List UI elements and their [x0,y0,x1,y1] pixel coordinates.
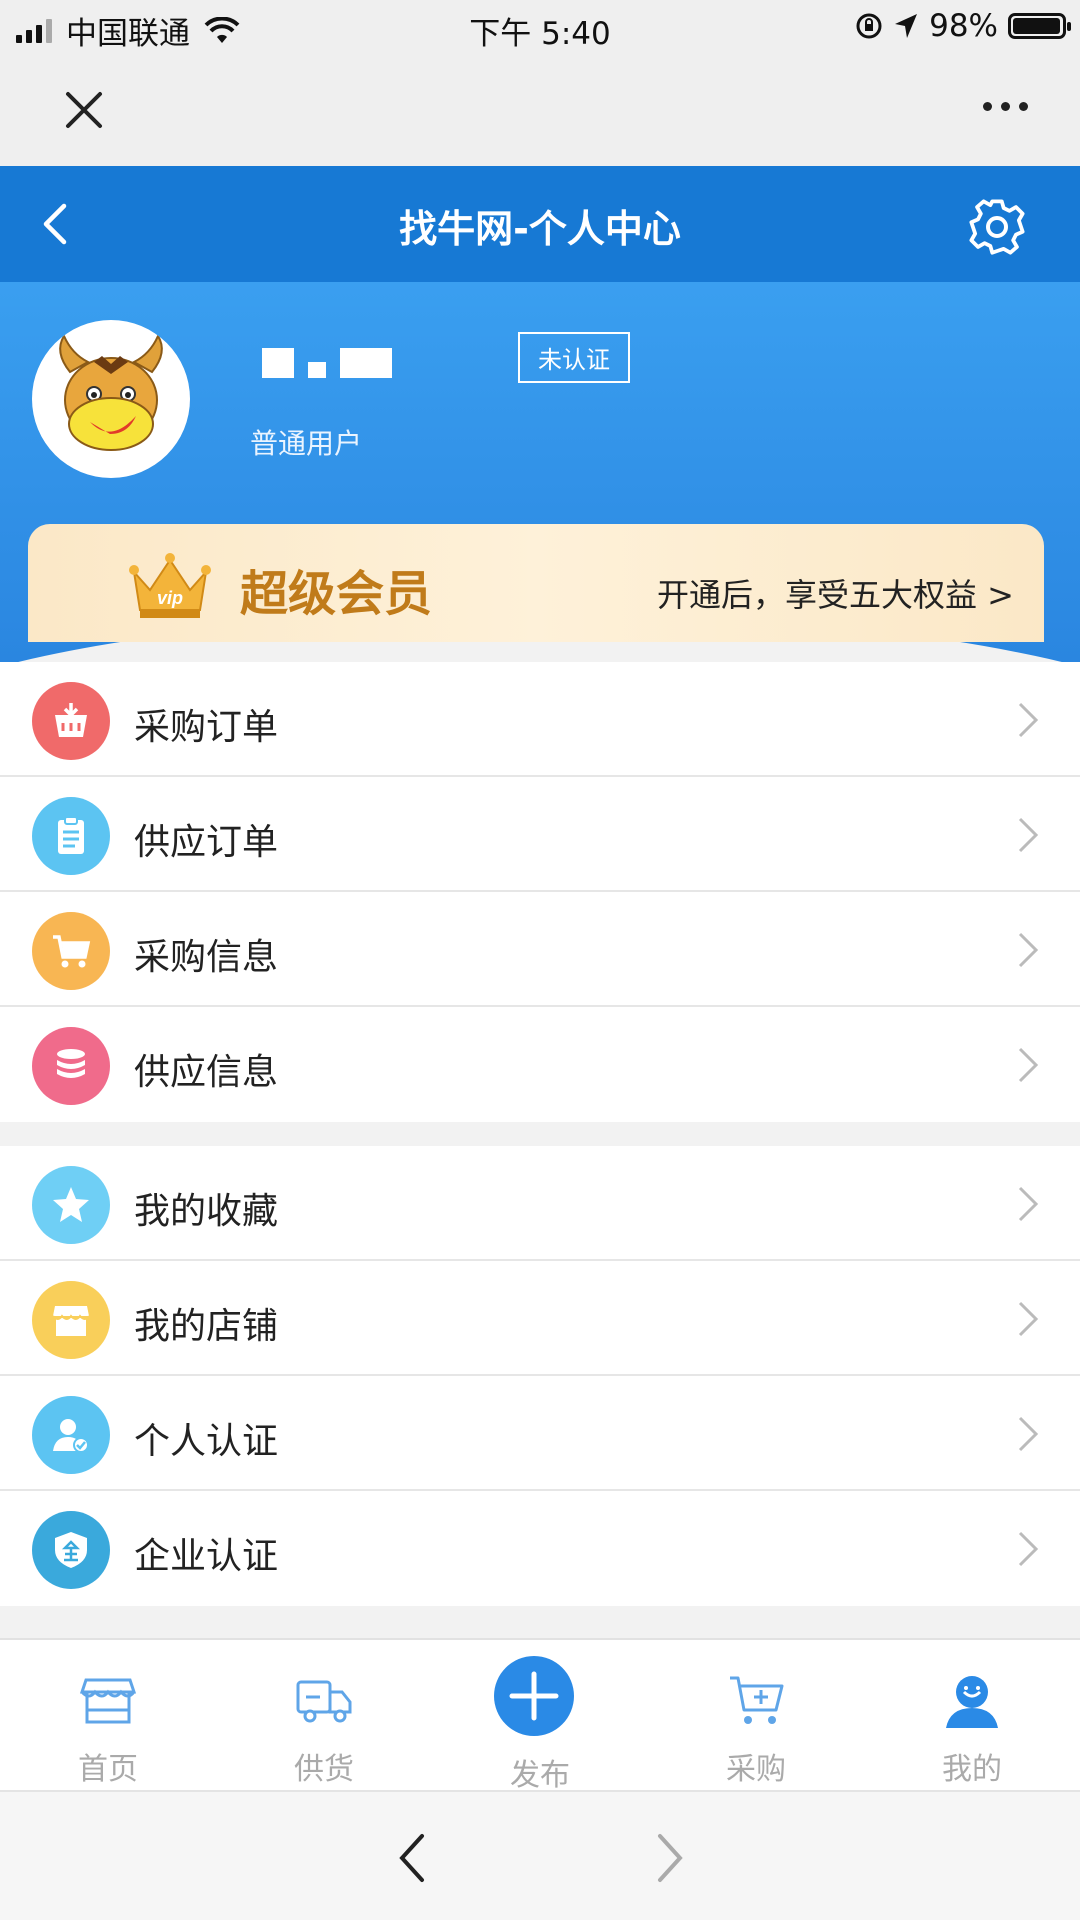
account-menu-list: 我的收藏 我的店铺 个人认证 企业认证 [0,1146,1080,1606]
menu-item-label: 供应信息 [134,1052,279,1093]
menu-item-label: 采购订单 [134,707,279,748]
basket-icon [32,682,110,760]
super-vip-banner[interactable]: vip 超级会员 开通后，享受五大权益 > [28,524,1044,642]
chevron-right-icon [1018,702,1039,738]
bull-mascot-icon [59,333,163,451]
truck-icon [296,1680,352,1723]
tab-label: 首页 [78,1752,138,1787]
chevron-right-icon [1018,1301,1039,1337]
close-icon[interactable] [62,88,106,132]
battery-icon [1008,13,1071,39]
tab-publish[interactable]: 发布 [432,1640,648,1793]
menu-item-label: 采购信息 [134,937,279,978]
shield-icon [32,1511,110,1589]
person-verify-icon [32,1396,110,1474]
menu-item-enterprise-verification[interactable]: 企业认证 [0,1491,1080,1606]
order-menu-list: 采购订单 供应订单 采购信息 供应信息 [0,662,1080,1122]
page-title: 找牛网-个人中心 [399,207,681,251]
cart-icon [730,1676,784,1724]
username-redacted [262,348,392,378]
star-icon [32,1166,110,1244]
rotation-lock-icon [856,13,882,39]
user-type-label: 普通用户 [250,427,363,460]
tab-purchase[interactable]: 采购 [648,1640,864,1792]
menu-item-favorites[interactable]: 我的收藏 [0,1146,1080,1261]
vip-crown-icon: vip [129,553,211,618]
tab-mine[interactable]: 我的 [864,1640,1080,1792]
tab-supply[interactable]: 供货 [216,1640,432,1792]
browser-top-bar [0,52,1080,166]
browser-forward-icon[interactable] [654,1832,686,1884]
settings-gear-icon[interactable] [966,196,1028,258]
vip-badge-text: vip [157,588,183,608]
tab-home[interactable]: 首页 [0,1640,216,1792]
menu-item-label: 个人认证 [134,1421,279,1462]
app-nav-bar: 找牛网-个人中心 [0,166,1080,282]
store-icon [79,1678,137,1724]
location-arrow-icon [895,14,918,38]
vip-benefits-link[interactable]: 开通后，享受五大权益 > [657,570,1014,616]
menu-item-purchase-orders[interactable]: 采购订单 [0,662,1080,777]
bottom-tab-bar: 首页 供货 发布 采购 我的 [0,1638,1080,1793]
avatar[interactable] [32,320,190,478]
chevron-right-icon [1018,1531,1039,1567]
menu-item-supply-info[interactable]: 供应信息 [0,1007,1080,1122]
tab-label: 采购 [726,1752,786,1787]
coins-icon [32,1027,110,1105]
browser-bottom-bar [0,1790,1080,1920]
battery-percent: 98% [929,8,998,44]
menu-item-label: 我的收藏 [134,1191,279,1232]
clipboard-icon [32,797,110,875]
verification-status-badge[interactable]: 未认证 [518,332,630,383]
vip-title: 超级会员 [240,566,433,622]
chevron-right-icon [1018,932,1039,968]
more-icon[interactable] [983,102,1028,111]
menu-item-label: 企业认证 [134,1536,279,1577]
chevron-right-icon [1018,1186,1039,1222]
tab-label: 发布 [510,1758,570,1793]
menu-item-label: 供应订单 [134,822,279,863]
chevron-right-icon [1018,817,1039,853]
chevron-right-icon [1018,1416,1039,1452]
tab-label: 我的 [942,1752,1002,1787]
store-icon [32,1281,110,1359]
menu-item-personal-verification[interactable]: 个人认证 [0,1376,1080,1491]
tab-label: 供货 [294,1752,354,1787]
menu-item-label: 我的店铺 [134,1306,279,1347]
user-icon [946,1676,998,1728]
menu-item-my-store[interactable]: 我的店铺 [0,1261,1080,1376]
chevron-right-icon [1018,1047,1039,1083]
menu-item-purchase-info[interactable]: 采购信息 [0,892,1080,1007]
status-bar: 中国联通 下午 5:40 98% [0,0,1080,52]
plus-icon [494,1656,574,1736]
browser-back-icon[interactable] [396,1832,428,1884]
cart-icon [32,912,110,990]
menu-item-supply-orders[interactable]: 供应订单 [0,777,1080,892]
